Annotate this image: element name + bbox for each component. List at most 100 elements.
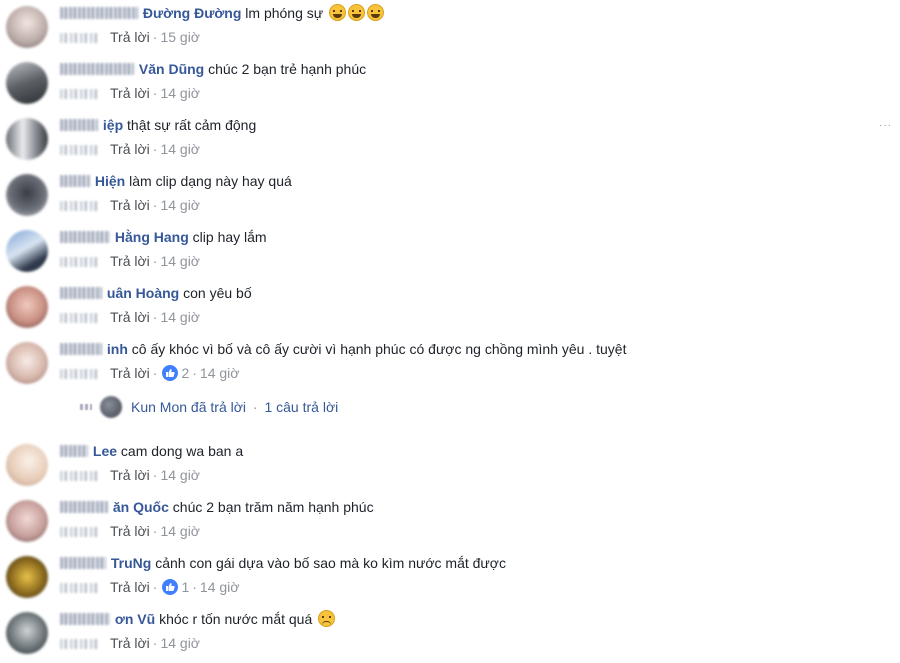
comment-text: chúc 2 bạn trăm năm hạnh phúc (172, 499, 374, 515)
comment-text: con yêu bố (183, 285, 252, 301)
comment: iệp thật sự rất cảm động Trả lời · 14 giờ (0, 112, 900, 168)
comment: Đường Đường lm phóng sự Trả lời · 15 giờ (0, 0, 900, 56)
comment-time[interactable]: 14 giờ (160, 85, 200, 101)
comment-time[interactable]: 14 giờ (160, 467, 200, 483)
comment-time[interactable]: 14 giờ (160, 523, 200, 539)
avatar[interactable] (6, 174, 48, 216)
avatar[interactable] (6, 118, 48, 160)
blurred-name (60, 613, 110, 625)
separator: · (252, 399, 258, 415)
comment-author[interactable]: Hiện (95, 173, 125, 189)
avatar[interactable] (6, 6, 48, 48)
avatar[interactable] (6, 500, 48, 542)
reply-link[interactable]: Trả lời (110, 197, 150, 213)
comment-time[interactable]: 14 giờ (160, 635, 200, 651)
avatar[interactable] (6, 612, 48, 654)
blurred-like-link[interactable] (60, 527, 100, 537)
comment: Hiện làm clip dạng này hay quá Trả lời · 1… (0, 168, 900, 224)
reply-link[interactable]: Trả lời (110, 85, 150, 101)
reply-arrow-icon (80, 404, 92, 410)
comment-time[interactable]: 14 giờ (160, 253, 200, 269)
reply-count[interactable]: 1 câu trả lời (264, 399, 338, 415)
comment: inh cô ấy khóc vì bố và cô ấy cười vì hạ… (0, 336, 900, 392)
comment-author[interactable]: ơn Vũ (115, 611, 155, 627)
reply-link[interactable]: Trả lời (110, 253, 150, 269)
blurred-name (60, 63, 134, 75)
reply-link[interactable]: Trả lời (110, 467, 150, 483)
comment-time[interactable]: 14 giờ (200, 579, 240, 595)
comment-text: làm clip dạng này hay quá (129, 173, 292, 189)
blurred-name (60, 175, 90, 187)
comment-author[interactable]: Lee (93, 443, 117, 459)
thumbs-up-icon[interactable] (162, 365, 179, 381)
reply-summary[interactable]: Kun Mon đã trả lời · 1 câu trả lời (80, 396, 338, 418)
comment-time[interactable]: 14 giờ (160, 141, 200, 157)
comment: TruNg cảnh con gái dựa vào bố sao mà ko … (0, 550, 900, 606)
more-options-icon[interactable]: ··· (879, 120, 892, 131)
avatar[interactable] (6, 342, 48, 384)
comment-text: clip hay lắm (192, 229, 267, 245)
comment: ơn Vũ khóc r tốn nước mắt quá Trả lời · 14… (0, 606, 900, 662)
comment-time[interactable]: 15 giờ (160, 29, 200, 45)
reply-link[interactable]: Trả lời (110, 635, 150, 651)
blurred-like-link[interactable] (60, 145, 100, 155)
comment-text: khóc r tốn nước mắt quá (159, 611, 313, 627)
blurred-like-link[interactable] (60, 33, 100, 43)
comment-text: lm phóng sự (245, 5, 324, 21)
comment-text: cam dong wa ban a (120, 443, 244, 459)
comment-text: cảnh con gái dựa vào bố sao mà ko kìm nư… (155, 555, 506, 571)
comment-time[interactable]: 14 giờ (160, 309, 200, 325)
comment-author[interactable]: iệp (103, 117, 123, 133)
blurred-like-link[interactable] (60, 369, 100, 379)
reply-link[interactable]: Trả lời (110, 579, 150, 595)
avatar[interactable] (6, 286, 48, 328)
comment-text: chúc 2 bạn trẻ hạnh phúc (208, 61, 367, 77)
blurred-name (60, 501, 108, 513)
comment-author[interactable]: Hằng Hang (115, 229, 189, 245)
laugh-emoji-icon (327, 4, 385, 21)
avatar[interactable] (6, 62, 48, 104)
blurred-like-link[interactable] (60, 471, 100, 481)
comment-time[interactable]: 14 giờ (200, 365, 240, 381)
blurred-name (60, 231, 110, 243)
like-count[interactable]: 1 (181, 579, 189, 595)
blurred-name (60, 7, 138, 19)
comment: uân Hoàng con yêu bố Trả lời · 14 giờ (0, 280, 900, 336)
comment-author[interactable]: Văn Dũng (139, 61, 204, 77)
blurred-name (60, 557, 106, 569)
blurred-like-link[interactable] (60, 583, 100, 593)
blurred-like-link[interactable] (60, 313, 100, 323)
blurred-name (60, 287, 102, 299)
blurred-name (60, 119, 98, 131)
comment-author[interactable]: TruNg (111, 555, 151, 571)
blurred-name (60, 445, 88, 457)
comment: Hằng Hang clip hay lắm Trả lời · 14 giờ (0, 224, 900, 280)
like-count[interactable]: 2 (181, 365, 189, 381)
thumbs-up-icon[interactable] (162, 579, 179, 595)
avatar[interactable] (6, 444, 48, 486)
avatar[interactable] (6, 230, 48, 272)
blurred-like-link[interactable] (60, 201, 100, 211)
comment-time[interactable]: 14 giờ (160, 197, 200, 213)
comment: ăn Quốc chúc 2 bạn trăm năm hạnh phúc Tr… (0, 494, 900, 550)
replier-avatar (100, 396, 122, 418)
replier-text[interactable]: Kun Mon đã trả lời (131, 399, 246, 415)
comment: Lee cam dong wa ban a Trả lời · 14 giờ (0, 438, 900, 494)
reply-link[interactable]: Trả lời (110, 365, 150, 381)
blurred-name (60, 343, 102, 355)
reply-link[interactable]: Trả lời (110, 141, 150, 157)
comment-author[interactable]: ăn Quốc (113, 499, 169, 515)
comment-author[interactable]: uân Hoàng (107, 285, 179, 301)
comment-author[interactable]: Đường Đường (143, 5, 242, 21)
comment-text: thật sự rất cảm động (127, 117, 257, 133)
comment: Văn Dũng chúc 2 bạn trẻ hạnh phúc Trả lờ… (0, 56, 900, 112)
reply-link[interactable]: Trả lời (110, 309, 150, 325)
reply-link[interactable]: Trả lời (110, 523, 150, 539)
blurred-like-link[interactable] (60, 639, 100, 649)
blurred-like-link[interactable] (60, 257, 100, 267)
sad-emoji-icon (316, 610, 336, 627)
blurred-like-link[interactable] (60, 89, 100, 99)
avatar[interactable] (6, 556, 48, 598)
comment-author[interactable]: inh (107, 341, 128, 357)
reply-link[interactable]: Trả lời (110, 29, 150, 45)
